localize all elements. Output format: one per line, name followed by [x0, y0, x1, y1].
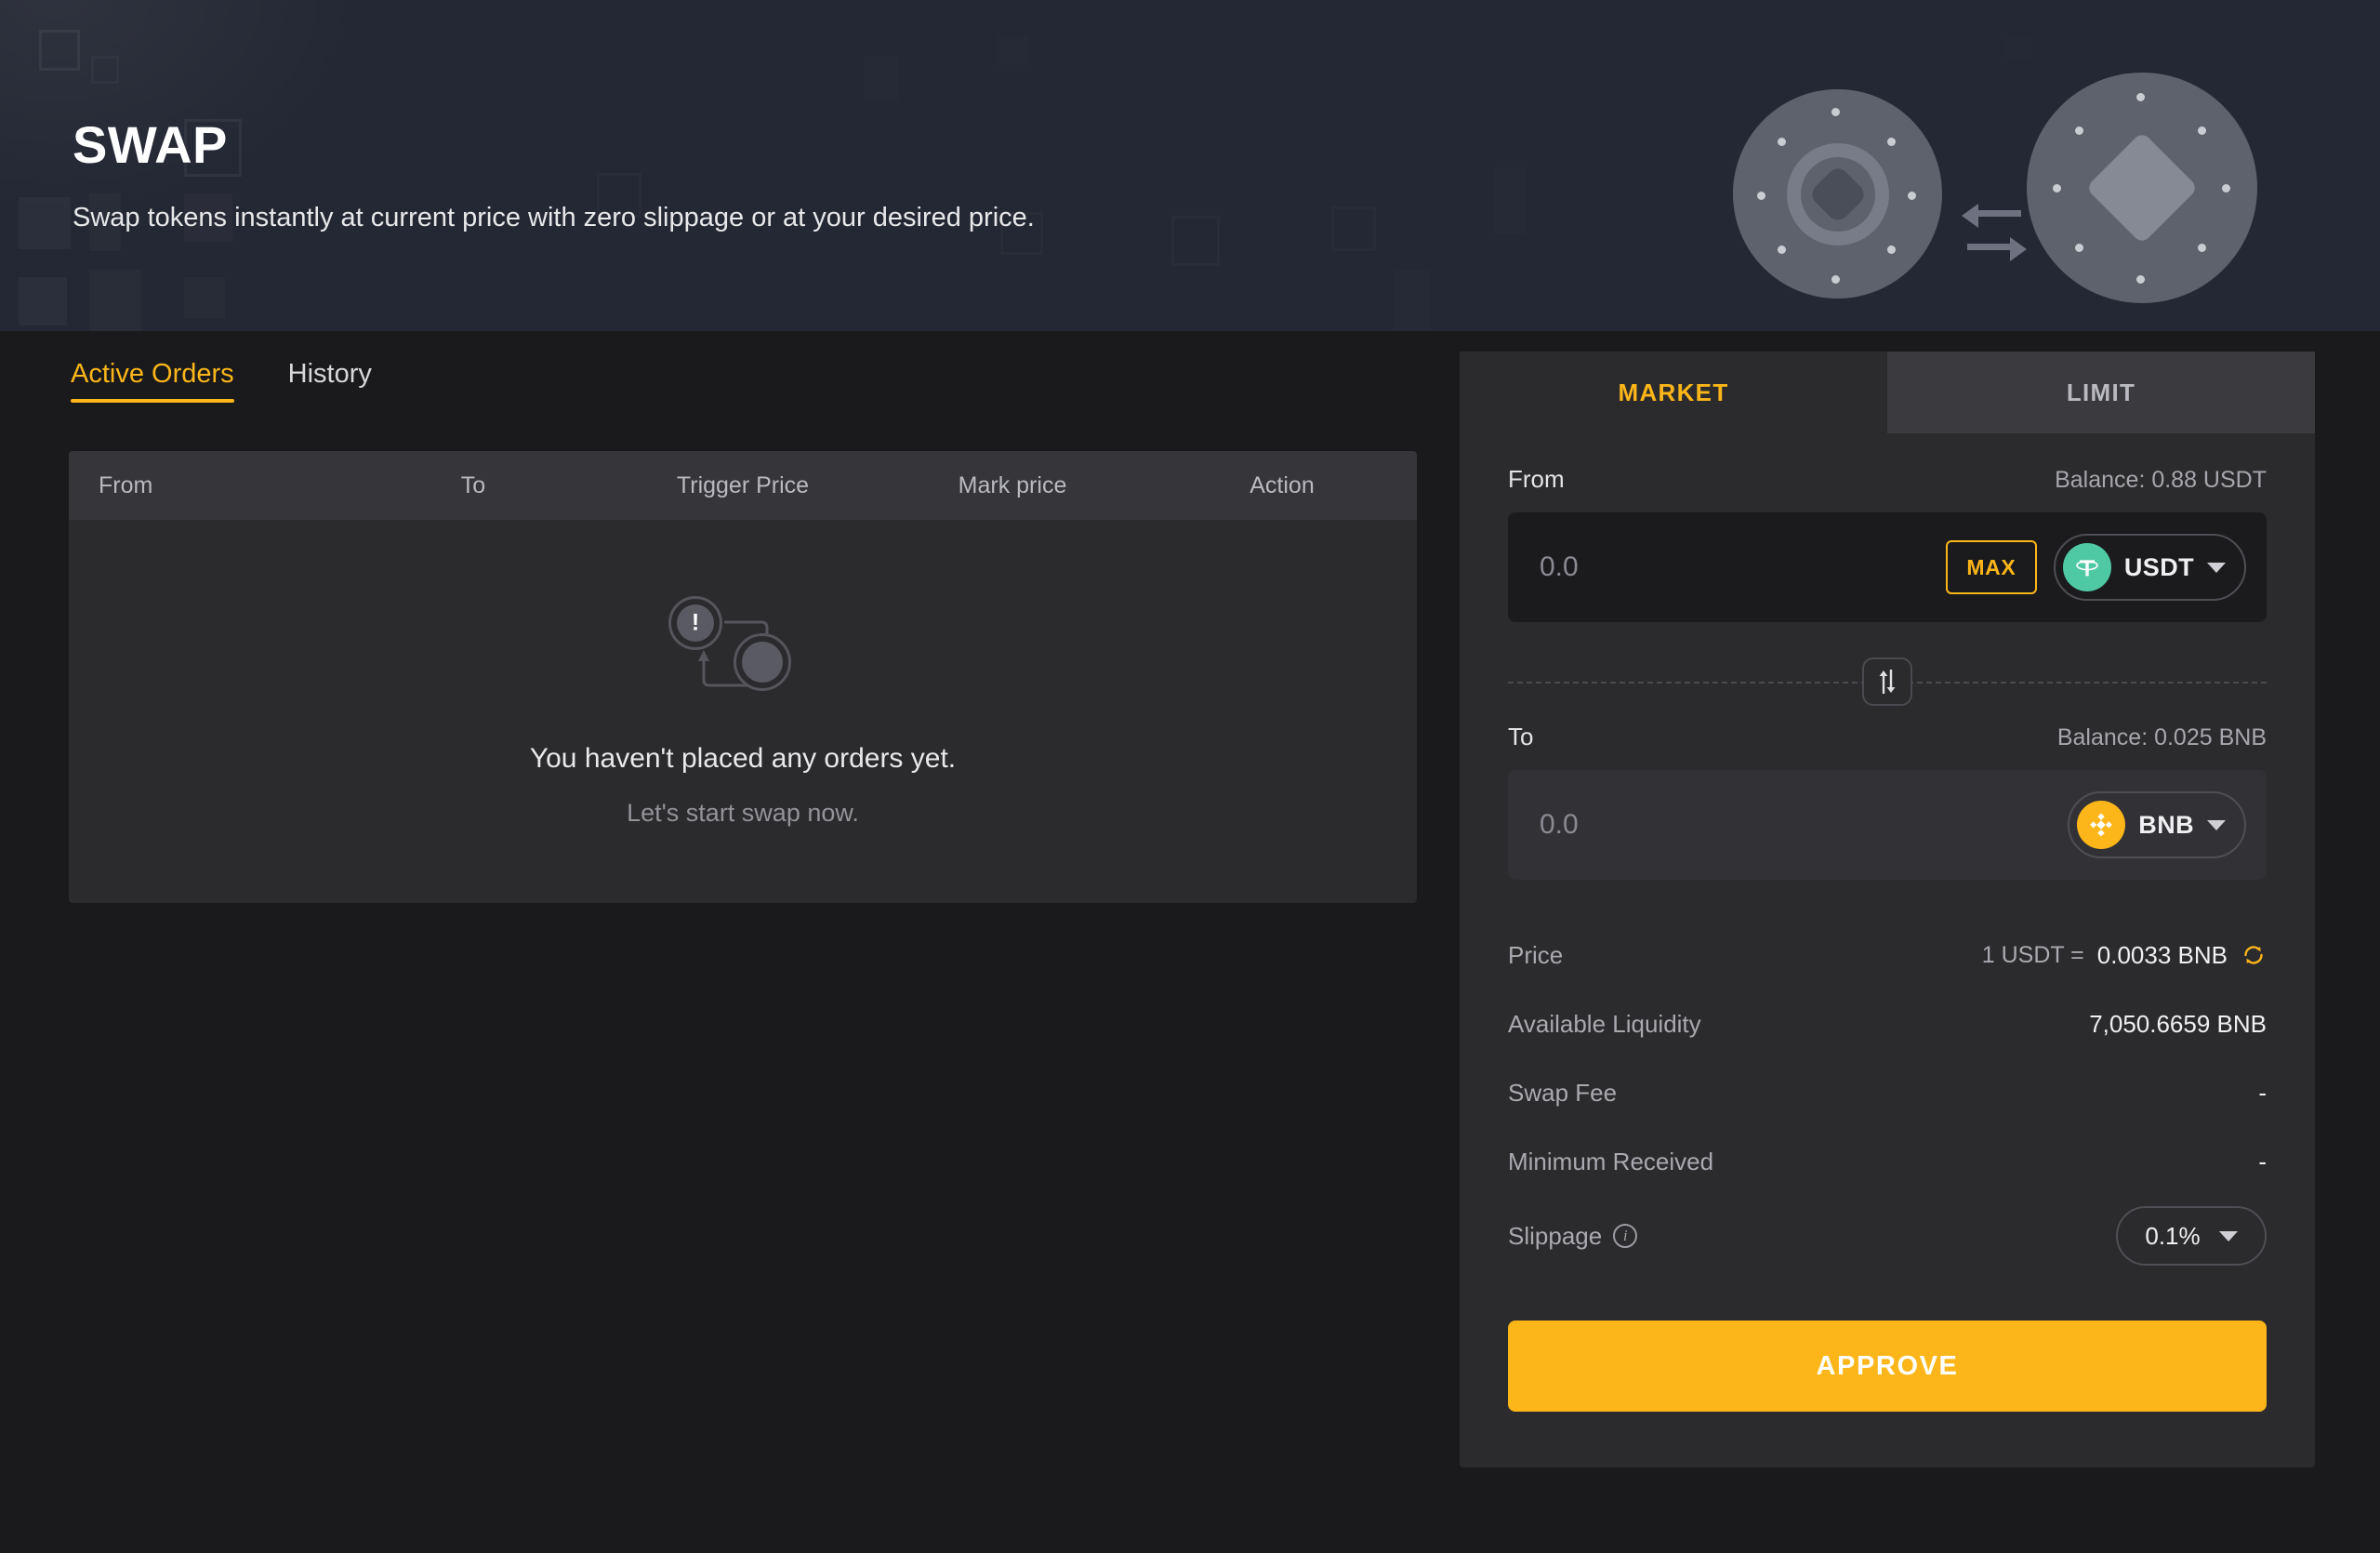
chevron-down-icon	[2218, 1230, 2238, 1241]
swap-panel: MARKET LIMIT From Balance: 0.88 USDT MAX	[1460, 352, 2315, 1467]
to-token-name: BNB	[2138, 810, 2194, 839]
page-subtitle: Swap tokens instantly at current price w…	[73, 203, 1035, 232]
slippage-label: Slippage	[1508, 1221, 1603, 1250]
to-amount-input[interactable]	[1540, 809, 2052, 841]
info-icon[interactable]: i	[1613, 1224, 1638, 1248]
column-header-to: To	[460, 471, 486, 498]
to-label: To	[1508, 723, 1534, 750]
to-token-select[interactable]: BNB	[2068, 791, 2246, 858]
warning-circle-icon: !	[668, 595, 722, 650]
price-unit: 1 USDT =	[1981, 941, 2084, 968]
to-amount-box: BNB	[1508, 770, 2267, 880]
available-liquidity-value: 7,050.6659 BNB	[2089, 1009, 2267, 1038]
token-circle-icon	[734, 632, 791, 691]
from-amount-input[interactable]	[1540, 551, 1929, 583]
usdt-token-icon	[2062, 543, 2111, 591]
detail-row-minimum-received: Minimum Received -	[1508, 1127, 2267, 1196]
detail-row-slippage: Slippage i 0.1%	[1508, 1196, 2267, 1276]
orders-section: Active Orders History From To Trigger Pr…	[69, 359, 1417, 903]
slippage-value: 0.1%	[2145, 1221, 2201, 1250]
swap-fee-value: -	[2258, 1078, 2267, 1107]
column-header-action: Action	[1250, 471, 1315, 498]
swap-fee-label: Swap Fee	[1508, 1078, 1618, 1107]
approve-button[interactable]: APPROVE	[1508, 1321, 2267, 1412]
detail-row-available-liquidity: Available Liquidity 7,050.6659 BNB	[1508, 989, 2267, 1058]
orders-tabs: Active Orders History	[69, 359, 1417, 403]
page-hero: SWAP Swap tokens instantly at current pr…	[0, 0, 2380, 331]
from-amount-box: MAX USDT	[1508, 512, 2267, 622]
refresh-icon[interactable]	[2241, 942, 2267, 968]
chevron-down-icon	[2207, 819, 2226, 830]
detail-row-price: Price 1 USDT = 0.0033 BNB	[1508, 921, 2267, 989]
from-token-select[interactable]: USDT	[2053, 534, 2246, 601]
price-value: 0.0033 BNB	[2096, 940, 2228, 969]
max-button[interactable]: MAX	[1945, 540, 2037, 594]
bnb-token-icon	[2077, 801, 2126, 849]
empty-state-title: You haven't placed any orders yet.	[529, 742, 957, 774]
column-header-trigger-price: Trigger Price	[676, 471, 810, 498]
from-balance: Balance: 0.88 USDT	[2055, 467, 2267, 493]
swap-cycle-warning-icon: !	[668, 595, 817, 698]
from-row-labels: From Balance: 0.88 USDT	[1508, 465, 2267, 494]
tab-limit[interactable]: LIMIT	[1887, 352, 2315, 433]
tab-history[interactable]: History	[288, 359, 372, 403]
coin-left-icon	[1733, 89, 1942, 299]
from-label: From	[1508, 465, 1565, 493]
chevron-down-icon	[2207, 562, 2226, 573]
swap-direction-divider	[1508, 657, 2267, 706]
swap-direction-button[interactable]	[1862, 657, 1912, 706]
minimum-received-value: -	[2258, 1147, 2267, 1175]
page-title: SWAP	[73, 115, 228, 174]
empty-state-subtitle: Let's start swap now.	[627, 798, 859, 827]
orders-empty-state: ! You haven't placed any orders yet. Let…	[69, 520, 1417, 903]
minimum-received-label: Minimum Received	[1508, 1147, 1714, 1175]
price-label: Price	[1508, 940, 1564, 969]
tab-active-orders[interactable]: Active Orders	[71, 359, 234, 403]
swap-mode-tabs: MARKET LIMIT	[1460, 352, 2315, 433]
slippage-select[interactable]: 0.1%	[2116, 1206, 2267, 1266]
from-token-name: USDT	[2123, 552, 2194, 581]
detail-row-swap-fee: Swap Fee -	[1508, 1058, 2267, 1127]
column-header-from: From	[99, 471, 153, 498]
orders-table-header: From To Trigger Price Mark price Action	[69, 451, 1417, 520]
main-content: Active Orders History From To Trigger Pr…	[0, 331, 2380, 1553]
hero-swap-arrow-icon	[1962, 203, 2027, 264]
tab-market[interactable]: MARKET	[1460, 352, 1887, 433]
swap-details: Price 1 USDT = 0.0033 BNB Available Liqu…	[1508, 921, 2267, 1276]
hero-token-illustration	[1712, 63, 2289, 303]
orders-table: From To Trigger Price Mark price Action	[69, 451, 1417, 903]
coin-right-icon	[2027, 73, 2257, 303]
available-liquidity-label: Available Liquidity	[1508, 1009, 1701, 1038]
slippage-label-group: Slippage i	[1508, 1221, 1638, 1251]
to-row-labels: To Balance: 0.025 BNB	[1508, 723, 2267, 751]
to-balance: Balance: 0.025 BNB	[2056, 724, 2267, 750]
column-header-mark-price: Mark price	[958, 471, 1067, 498]
